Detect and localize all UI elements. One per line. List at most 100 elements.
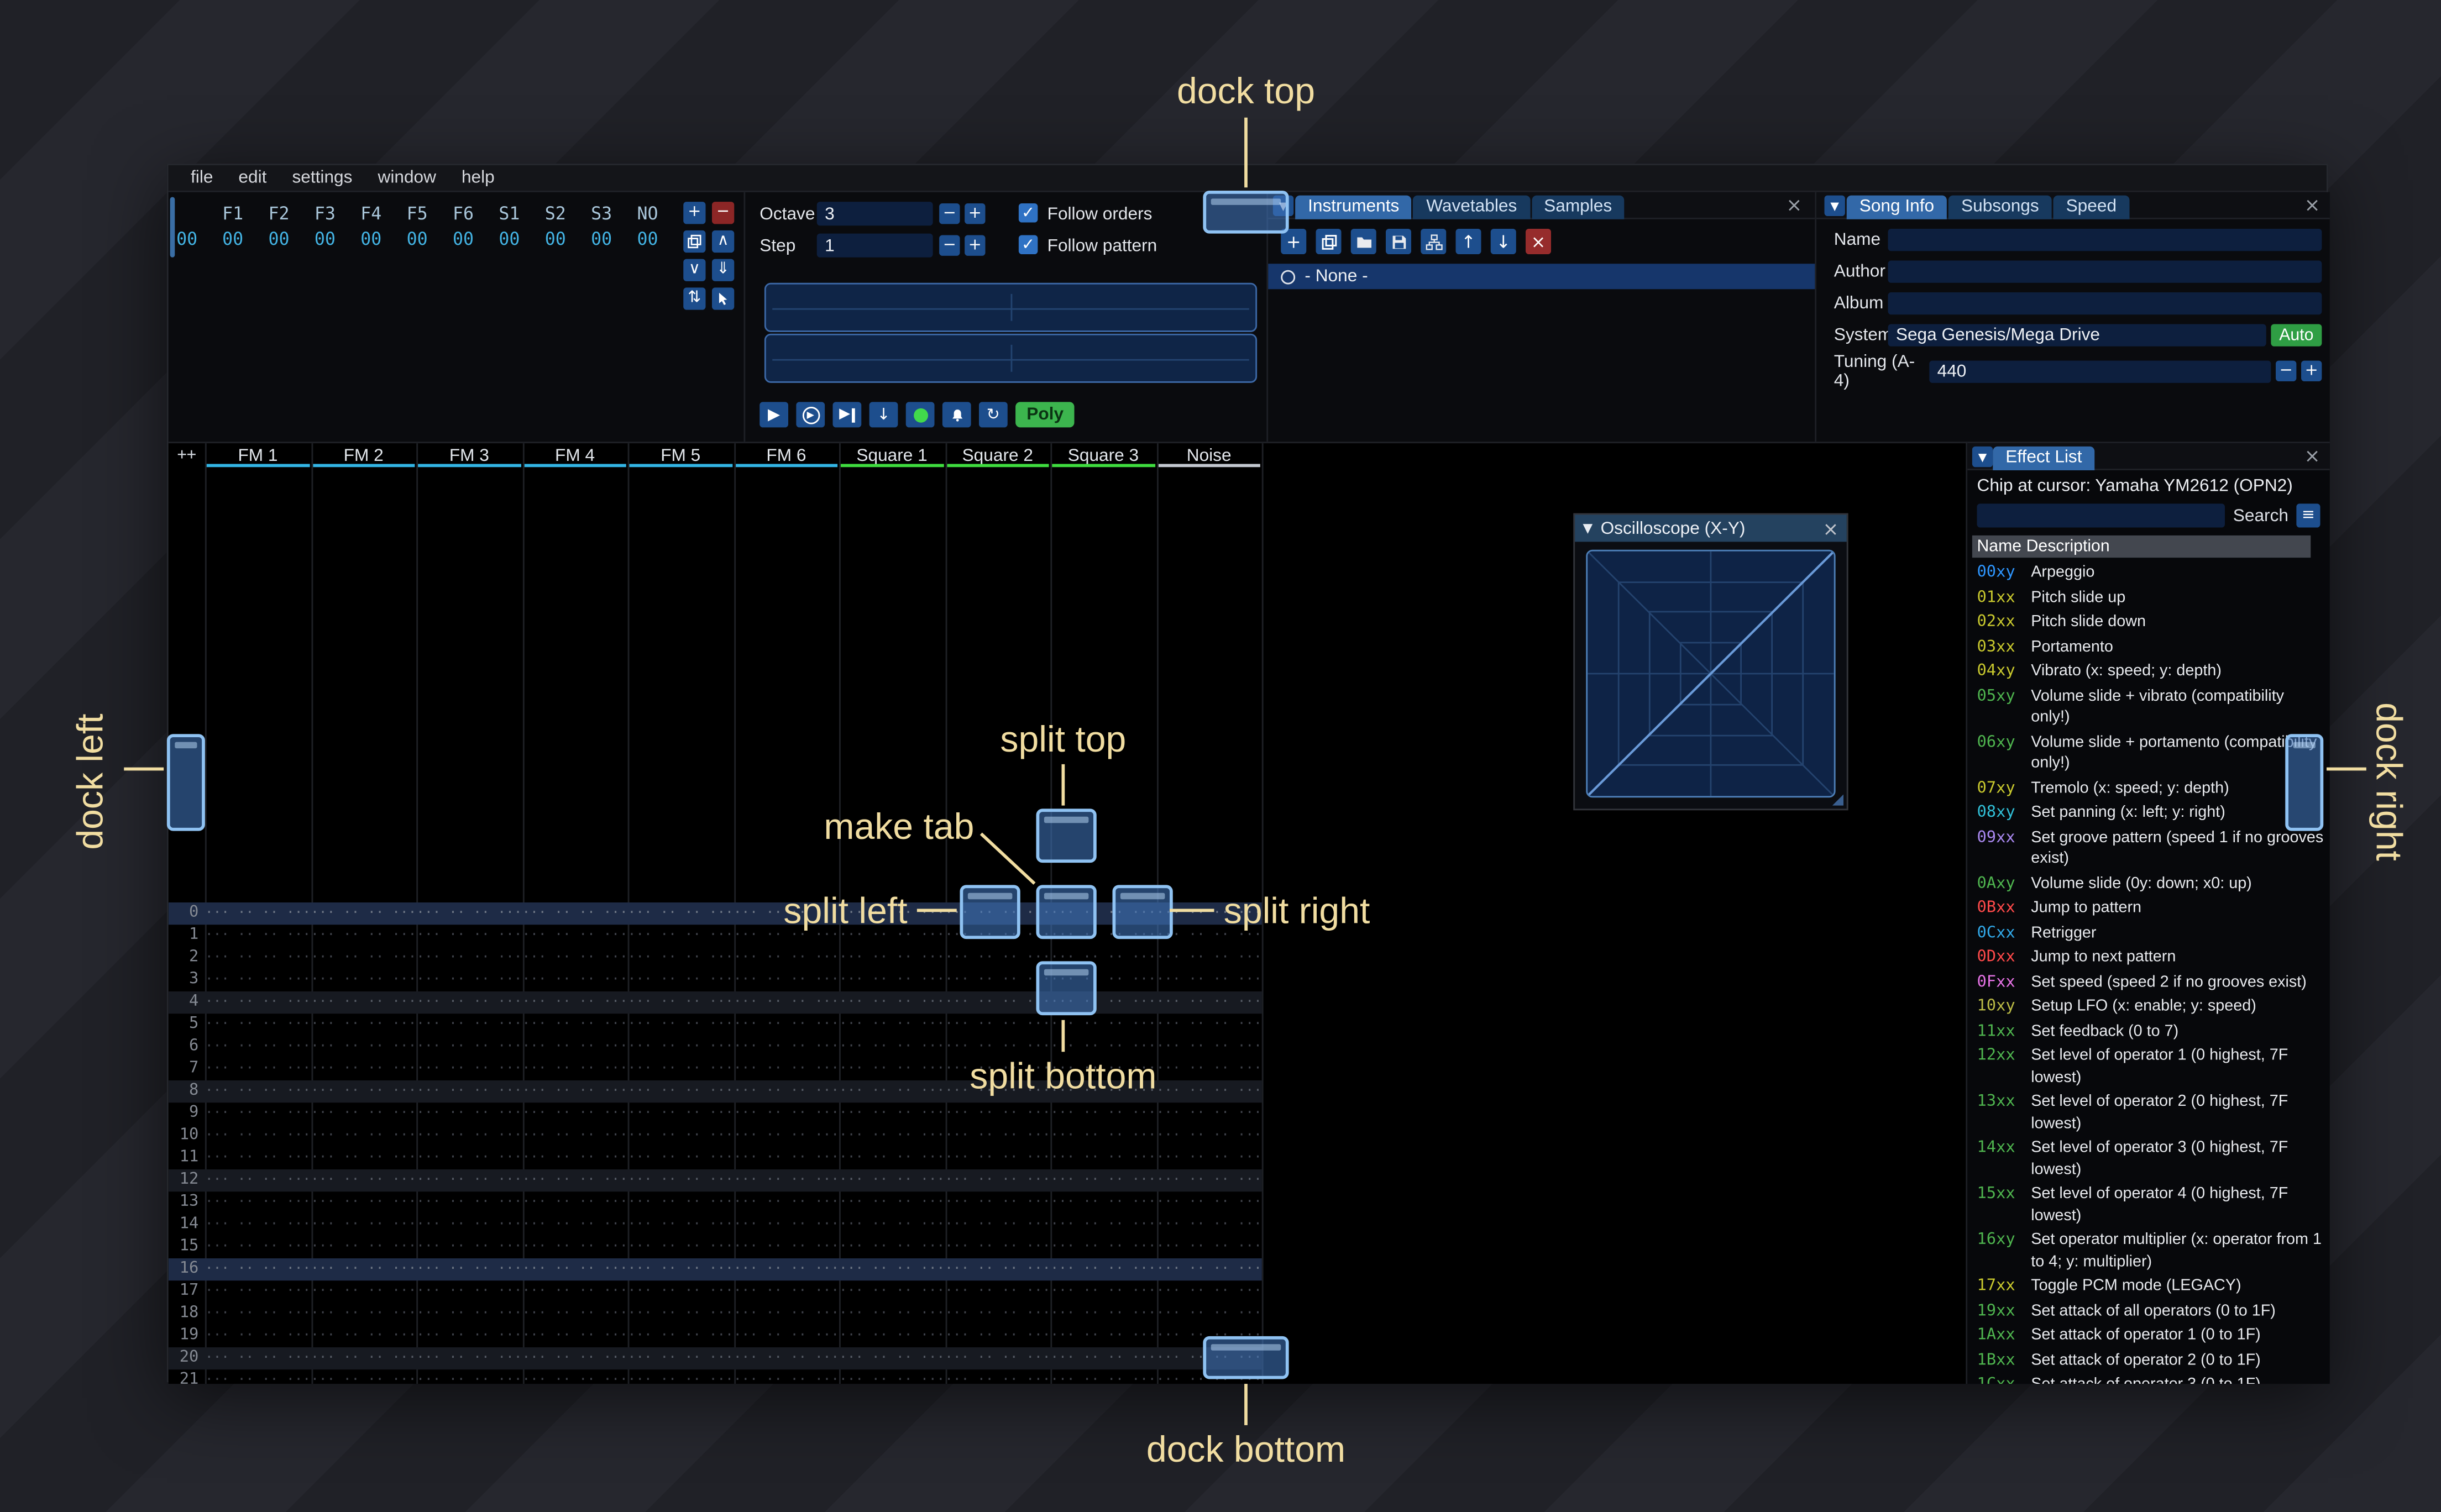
- play-from-cursor-button[interactable]: ▶: [796, 402, 825, 428]
- split-right-target[interactable]: [1112, 885, 1173, 939]
- tab-effect-list[interactable]: Effect List: [1993, 446, 2095, 470]
- pattern-cell[interactable]: ··· ·· ·· ···: [1156, 1258, 1262, 1280]
- pattern-cell[interactable]: ··· ·· ·· ···: [839, 1347, 945, 1369]
- effect-row[interactable]: 05xy Volume slide + vibrato (compatibilit…: [1977, 684, 2325, 730]
- channel-header[interactable]: FM 5: [628, 443, 734, 468]
- pattern-cell[interactable]: ··· ·· ·· ···: [839, 969, 945, 991]
- step-input[interactable]: 1: [816, 233, 933, 258]
- pattern-cell[interactable]: ··· ·· ·· ···: [945, 1236, 1050, 1258]
- pattern-cell[interactable]: ··· ·· ·· ···: [945, 1169, 1050, 1191]
- oscilloscope-close-icon[interactable]: ×: [1822, 517, 1838, 539]
- instrument-list-item[interactable]: - None -: [1268, 264, 1815, 290]
- pattern-cell[interactable]: ··· ·· ·· ···: [311, 1058, 416, 1080]
- pattern-cell[interactable]: ··· ·· ·· ···: [734, 1191, 839, 1214]
- channel-header[interactable]: FM 2: [311, 443, 416, 468]
- follow-pattern-checkbox[interactable]: ✓: [1018, 235, 1038, 254]
- metronome-button[interactable]: [942, 402, 971, 428]
- pattern-cell[interactable]: ··· ·· ·· ···: [1050, 1369, 1156, 1384]
- pattern-cell[interactable]: ··· ·· ·· ···: [734, 1347, 839, 1369]
- pattern-cell[interactable]: ··· ·· ·· ···: [311, 969, 416, 991]
- split-left-target[interactable]: [960, 885, 1020, 939]
- pattern-cell[interactable]: ··· ·· ·· ···: [311, 925, 416, 947]
- pattern-cell[interactable]: ··· ·· ·· ···: [311, 1036, 416, 1058]
- pattern-cell[interactable]: ··· ·· ·· ···: [522, 1102, 627, 1125]
- pattern-cell[interactable]: ··· ·· ·· ···: [945, 1325, 1050, 1347]
- step-decrease-button[interactable]: −: [939, 235, 960, 256]
- pattern-cell[interactable]: ··· ·· ·· ···: [1050, 1169, 1156, 1191]
- pattern-cell[interactable]: ··· ·· ·· ···: [205, 1258, 311, 1280]
- orders-value-cell[interactable]: 00: [625, 229, 671, 249]
- follow-orders-checkbox[interactable]: ✓: [1018, 203, 1038, 223]
- pattern-row[interactable]: 17 ··· ·· ·· ··· ··· ·· ·· ··· ··· ·· ·· ··…: [169, 1280, 1262, 1303]
- pattern-cell[interactable]: ··· ·· ·· ···: [839, 1303, 945, 1325]
- pattern-cell[interactable]: ··· ·· ·· ···: [1156, 1102, 1262, 1125]
- effect-row[interactable]: 0Dxx Jump to next pattern: [1977, 946, 2325, 970]
- pattern-cell[interactable]: ··· ·· ·· ···: [628, 1080, 734, 1102]
- instruments-tab-wavetables[interactable]: Wavetables: [1413, 195, 1530, 219]
- effect-row[interactable]: 1Axx Set attack of operator 1 (0 to 1F): [1977, 1324, 2325, 1348]
- pattern-cell[interactable]: ··· ·· ·· ···: [416, 1258, 522, 1280]
- pattern-cell[interactable]: ··· ·· ·· ···: [1050, 1214, 1156, 1236]
- pattern-cell[interactable]: ··· ·· ·· ···: [205, 1236, 311, 1258]
- collapse-arrow-icon[interactable]: ▼: [1824, 195, 1845, 216]
- effect-row[interactable]: 09xx Set groove pattern (speed 1 if no gr…: [1977, 826, 2325, 872]
- pattern-cell[interactable]: ··· ·· ·· ···: [205, 1014, 311, 1036]
- tuning-field[interactable]: 440: [1929, 360, 2271, 382]
- pattern-cell[interactable]: ··· ·· ·· ···: [205, 1280, 311, 1303]
- pattern-cell[interactable]: ··· ·· ·· ···: [522, 991, 627, 1014]
- instrument-save-button[interactable]: [1386, 229, 1411, 254]
- collapse-arrow-icon[interactable]: ▼: [1583, 521, 1593, 536]
- octave-increase-button[interactable]: +: [965, 203, 986, 224]
- pattern-cell[interactable]: ··· ·· ·· ···: [416, 1369, 522, 1384]
- pattern-row[interactable]: 0 ··· ·· ·· ··· ··· ·· ·· ··· ··· ·· ·· ···…: [168, 902, 1262, 925]
- pattern-cell[interactable]: ··· ·· ·· ···: [839, 1258, 945, 1280]
- effect-row[interactable]: 04xy Vibrato (x: speed; y: depth): [1977, 659, 2325, 684]
- pattern-cell[interactable]: ··· ·· ·· ···: [522, 1014, 627, 1036]
- pattern-expand-button[interactable]: ++: [169, 443, 205, 467]
- pattern-cell[interactable]: ··· ·· ·· ···: [416, 1014, 522, 1036]
- pattern-cell[interactable]: ··· ·· ·· ···: [734, 1147, 839, 1169]
- pattern-cell[interactable]: ··· ·· ·· ···: [734, 1214, 839, 1236]
- channel-header[interactable]: FM 3: [416, 443, 522, 468]
- pattern-cell[interactable]: ··· ·· ·· ···: [628, 1347, 734, 1369]
- pattern-cell[interactable]: ··· ·· ·· ···: [416, 1214, 522, 1236]
- instruments-close-icon[interactable]: ×: [1786, 194, 1802, 216]
- pattern-cell[interactable]: ··· ·· ·· ···: [416, 1325, 522, 1347]
- order-remove-button[interactable]: −: [712, 202, 735, 224]
- pattern-cell[interactable]: ··· ·· ·· ···: [522, 1036, 627, 1058]
- pattern-cell[interactable]: ··· ·· ·· ···: [205, 925, 311, 947]
- pattern-cell[interactable]: ··· ·· ·· ···: [628, 925, 734, 947]
- pattern-cell[interactable]: ··· ·· ·· ···: [205, 1214, 311, 1236]
- pattern-cell[interactable]: ··· ·· ·· ···: [311, 1325, 416, 1347]
- oscilloscope-xy-titlebar[interactable]: ▼ Oscilloscope (X-Y) ×: [1575, 514, 1847, 542]
- songinfo-tab-subsongs[interactable]: Subsongs: [1948, 195, 2052, 219]
- pattern-cell[interactable]: ··· ·· ·· ···: [416, 947, 522, 969]
- pattern-cell[interactable]: ··· ·· ·· ···: [205, 969, 311, 991]
- orders-value-cell[interactable]: 00: [486, 229, 532, 249]
- pattern-cell[interactable]: ··· ·· ·· ···: [734, 1125, 839, 1147]
- pattern-cell[interactable]: ··· ·· ·· ···: [311, 1125, 416, 1147]
- pattern-cell[interactable]: ··· ·· ·· ···: [1050, 1258, 1156, 1280]
- effect-row[interactable]: 12xx Set level of operator 1 (0 highest, …: [1977, 1044, 2325, 1090]
- pattern-cell[interactable]: ··· ·· ·· ···: [945, 1258, 1050, 1280]
- pattern-cell[interactable]: ··· ·· ·· ···: [1156, 1280, 1262, 1303]
- orders-value-cell[interactable]: 00: [348, 229, 394, 249]
- pattern-cell[interactable]: ··· ·· ·· ···: [628, 1058, 734, 1080]
- order-duplicate-end-button[interactable]: ⇓: [712, 259, 735, 281]
- effect-row[interactable]: 16xy Set operator multiplier (x: operator…: [1977, 1228, 2325, 1274]
- pattern-cell[interactable]: ··· ·· ·· ···: [628, 991, 734, 1014]
- pattern-cell[interactable]: ··· ·· ·· ···: [945, 1280, 1050, 1303]
- pattern-cell[interactable]: ··· ·· ·· ···: [416, 1147, 522, 1169]
- pattern-cell[interactable]: ··· ·· ·· ···: [205, 1036, 311, 1058]
- pattern-cell[interactable]: ··· ·· ·· ···: [205, 1369, 311, 1384]
- pattern-cell[interactable]: ··· ·· ·· ···: [205, 1325, 311, 1347]
- pattern-cell[interactable]: ··· ·· ·· ···: [734, 1258, 839, 1280]
- pattern-cell[interactable]: ··· ·· ·· ···: [522, 1058, 627, 1080]
- pattern-cell[interactable]: ··· ·· ·· ···: [311, 1169, 416, 1191]
- pattern-cell[interactable]: ··· ·· ·· ···: [416, 1280, 522, 1303]
- pattern-cell[interactable]: ··· ·· ·· ···: [628, 1191, 734, 1214]
- auto-button[interactable]: Auto: [2271, 323, 2322, 346]
- pattern-cell[interactable]: ··· ·· ·· ···: [311, 1369, 416, 1384]
- pattern-cell[interactable]: ··· ·· ·· ···: [416, 1169, 522, 1191]
- pattern-row[interactable]: 4 ··· ·· ·· ··· ··· ·· ·· ··· ··· ·· ·· ···…: [168, 991, 1262, 1014]
